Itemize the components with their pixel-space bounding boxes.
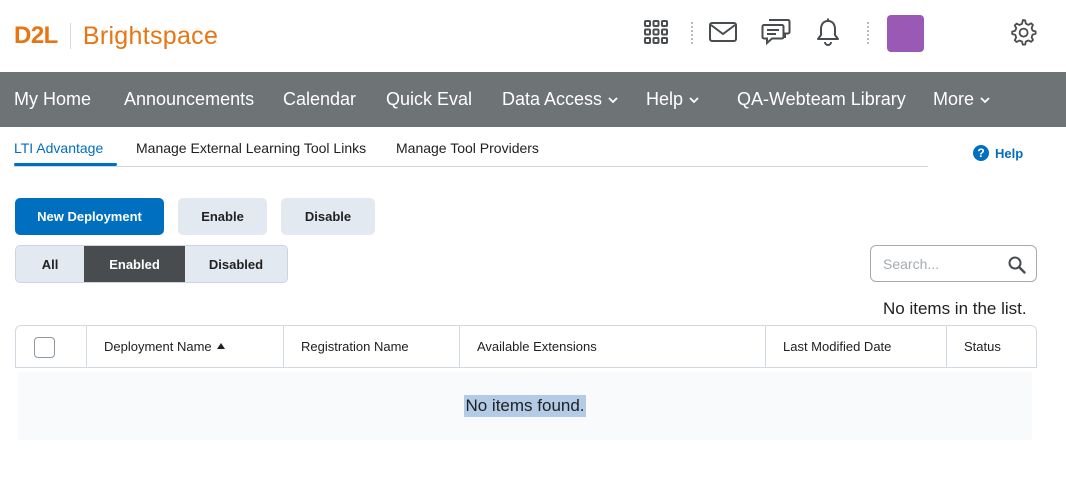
header-divider: [691, 22, 693, 44]
nav-qa-webteam-library[interactable]: QA-Webteam Library: [737, 72, 906, 127]
table-empty-state: No items found.: [18, 372, 1032, 440]
chat-icon[interactable]: [760, 16, 792, 48]
nav-label: More: [933, 89, 975, 109]
search-input[interactable]: [883, 255, 1003, 273]
nav-my-home[interactable]: My Home: [14, 72, 91, 127]
brightspace-logo[interactable]: D2L Brightspace: [14, 20, 218, 52]
nav-label: Calendar: [283, 89, 357, 109]
column-divider: [946, 326, 947, 367]
nav-quick-eval[interactable]: Quick Eval: [386, 72, 472, 127]
tab-manage-tool-providers[interactable]: Manage Tool Providers: [396, 140, 539, 156]
column-header-available-extensions[interactable]: Available Extensions: [477, 326, 597, 367]
help-link[interactable]: ? Help: [973, 145, 1023, 161]
enable-button[interactable]: Enable: [178, 198, 267, 235]
nav-data-access[interactable]: Data Access: [502, 72, 618, 127]
filter-disabled-button[interactable]: Disabled: [185, 246, 287, 282]
search-icon[interactable]: [1007, 255, 1027, 275]
nav-label: Quick Eval: [386, 89, 473, 109]
nav-announcements[interactable]: Announcements: [124, 72, 254, 127]
nav-label: My Home: [14, 89, 92, 109]
column-header-last-modified-date[interactable]: Last Modified Date: [783, 326, 891, 367]
help-icon: ?: [973, 145, 989, 161]
column-header-registration-name[interactable]: Registration Name: [301, 326, 409, 367]
top-header: D2L Brightspace: [0, 0, 1066, 72]
brightspace-logo-text: Brightspace: [82, 21, 219, 50]
nav-label: QA-Webteam Library: [737, 89, 906, 109]
avatar[interactable]: [887, 15, 924, 52]
status-filter: All Enabled Disabled: [15, 245, 288, 283]
column-header-deployment-name[interactable]: Deployment Name: [104, 326, 225, 367]
filter-all-button[interactable]: All: [16, 246, 84, 282]
nav-help[interactable]: Help: [646, 72, 699, 127]
chevron-down-icon: [608, 96, 618, 103]
nav-label: Announcements: [124, 89, 255, 109]
nav-more[interactable]: More: [933, 72, 990, 127]
nav-label: Help: [646, 89, 684, 109]
empty-state-text: No items found.: [464, 395, 586, 417]
gear-icon[interactable]: [1007, 16, 1039, 48]
select-all-checkbox[interactable]: [34, 337, 55, 358]
active-tab-indicator: [14, 163, 117, 166]
column-divider: [459, 326, 460, 367]
column-label: Deployment Name: [104, 339, 212, 354]
column-divider: [283, 326, 284, 367]
mail-icon[interactable]: [707, 16, 739, 48]
nav-label: Data Access: [502, 89, 603, 109]
bell-icon[interactable]: [812, 16, 844, 48]
d2l-logo-text: D2L: [14, 22, 58, 49]
list-status-message: No items in the list.: [883, 299, 1027, 318]
chevron-down-icon: [980, 96, 990, 103]
new-deployment-button[interactable]: New Deployment: [15, 198, 164, 235]
tab-lti-advantage[interactable]: LTI Advantage: [14, 140, 103, 156]
column-divider: [86, 326, 87, 367]
disable-button[interactable]: Disable: [281, 198, 375, 235]
column-divider: [765, 326, 766, 367]
logo-divider: [69, 23, 71, 49]
chevron-down-icon: [689, 96, 699, 103]
deployments-table: Deployment Name Registration Name Availa…: [15, 325, 1037, 368]
column-header-status[interactable]: Status: [964, 326, 1001, 367]
waffle-icon[interactable]: [640, 16, 672, 48]
filter-enabled-button[interactable]: Enabled: [84, 246, 185, 282]
tab-manage-external-learning-tool-links[interactable]: Manage External Learning Tool Links: [136, 140, 366, 156]
search-box: [870, 245, 1037, 282]
page-tabs: LTI Advantage Manage External Learning T…: [14, 127, 928, 167]
nav-calendar[interactable]: Calendar: [283, 72, 356, 127]
main-navbar: My Home Announcements Calendar Quick Eva…: [0, 72, 1066, 127]
sort-ascending-icon: [216, 342, 225, 349]
header-divider: [867, 22, 869, 44]
help-label: Help: [995, 145, 1024, 161]
